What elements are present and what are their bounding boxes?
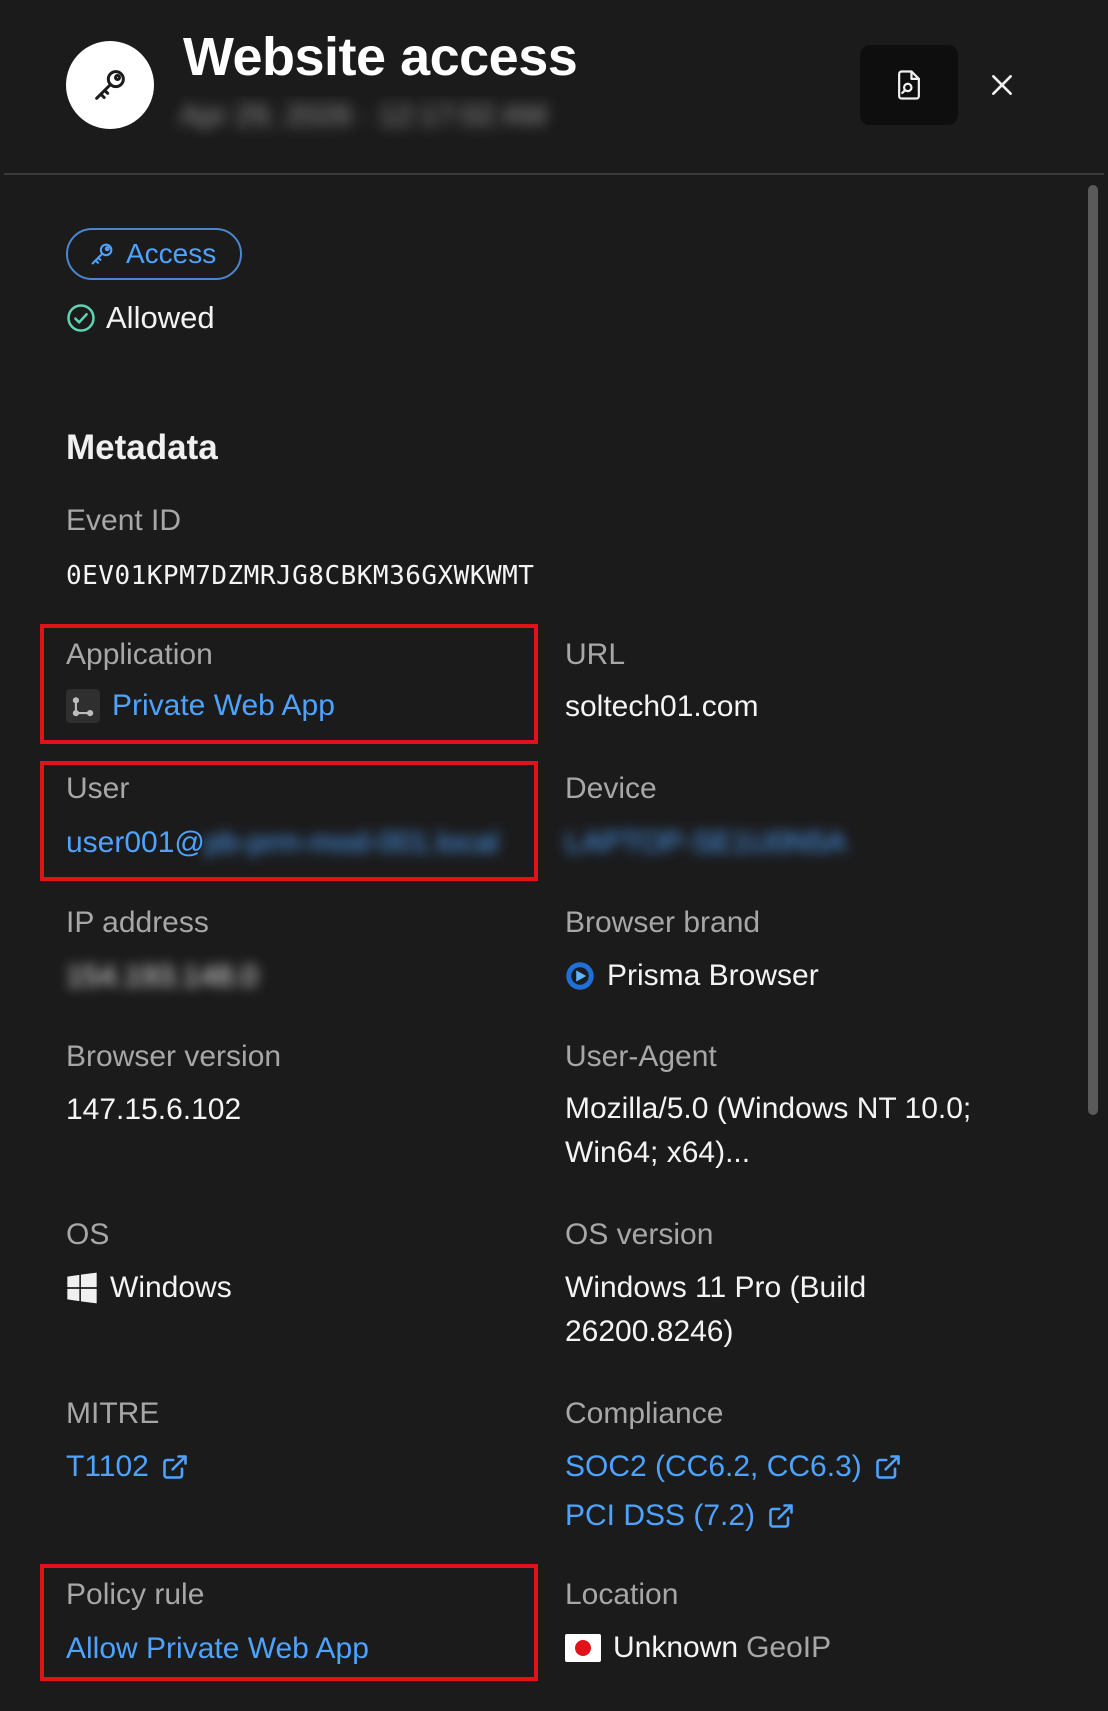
application-link[interactable]: Private Web App — [66, 689, 335, 723]
event-type-avatar — [66, 41, 154, 129]
compliance-link-pci[interactable]: PCI DSS (7.2) — [565, 1499, 795, 1533]
compliance-link-soc2[interactable]: SOC2 (CC6.2, CC6.3) — [565, 1450, 902, 1484]
os-label: OS — [66, 1218, 110, 1251]
mitre-value[interactable]: T1102 — [66, 1450, 149, 1484]
device-label: Device — [565, 772, 657, 805]
url-value: soltech01.com — [565, 690, 759, 723]
application-label: Application — [66, 638, 213, 671]
browser-brand-value-row: Prisma Browser — [565, 959, 819, 993]
os-version-label: OS version — [565, 1218, 714, 1251]
report-search-icon — [898, 70, 920, 100]
flag-icon — [565, 1634, 601, 1662]
mitre-link[interactable]: T1102 — [66, 1450, 189, 1484]
panel-header: Website access Apr 29, 2026 · 12:17:02 A… — [0, 0, 1108, 175]
mitre-label: MITRE — [66, 1397, 160, 1430]
close-button[interactable] — [984, 65, 1020, 105]
os-version-value: Windows 11 Pro (Build 26200.8246) — [565, 1271, 867, 1348]
close-icon — [992, 75, 1012, 95]
event-timestamp: Apr 29, 2026 · 12:17:02 AM — [180, 99, 547, 132]
private-app-icon — [66, 689, 100, 723]
browser-version-value: 147.15.6.102 — [66, 1093, 242, 1126]
policy-rule-value[interactable]: Allow Private Web App — [66, 1632, 369, 1666]
event-id-value: 0EV01KPM7DZMRJG8CBKM36GXWKWMT — [66, 561, 535, 591]
browser-version-label: Browser version — [66, 1040, 282, 1073]
user-link[interactable]: user001@ pb-prm-mod-001.local — [66, 826, 498, 860]
application-value[interactable]: Private Web App — [112, 689, 335, 723]
location-value: Unknown — [613, 1631, 739, 1664]
check-circle-icon — [67, 304, 95, 332]
external-link-icon — [875, 1455, 900, 1479]
browser-brand-value: Prisma Browser — [607, 959, 819, 992]
device-value[interactable]: LAPTOP-SE1U0N5A — [565, 826, 846, 860]
section-title-metadata: Metadata — [66, 428, 218, 467]
status-label: Allowed — [106, 300, 215, 335]
os-value: Windows — [110, 1271, 232, 1304]
report-button[interactable] — [860, 45, 958, 125]
location-source: GeoIP — [746, 1631, 832, 1664]
external-link-icon — [163, 1455, 187, 1479]
location-label: Location — [565, 1578, 679, 1611]
user-agent-value: Mozilla/5.0 (Windows NT 10.0; Win64; x64… — [565, 1092, 972, 1169]
location-value-row: Unknown GeoIP — [565, 1631, 831, 1665]
ip-address-value: 154.193.148.0 — [66, 960, 258, 993]
compliance-item-pci[interactable]: PCI DSS (7.2) — [565, 1499, 755, 1533]
user-label: User — [66, 772, 130, 805]
policy-rule-label: Policy rule — [66, 1578, 205, 1611]
prisma-browser-icon — [566, 962, 594, 990]
key-icon — [95, 70, 125, 100]
user-value-prefix[interactable]: user001@ — [66, 826, 205, 860]
external-link-icon — [769, 1504, 793, 1528]
browser-brand-label: Browser brand — [565, 906, 761, 939]
category-badge: Access — [66, 228, 243, 280]
status-indicator: Allowed — [66, 300, 215, 336]
policy-rule-link[interactable]: Allow Private Web App — [66, 1632, 369, 1666]
header-divider — [4, 173, 1104, 175]
category-label: Access — [126, 238, 217, 269]
key-icon — [91, 243, 113, 265]
url-label: URL — [565, 638, 626, 671]
os-value-row: Windows — [66, 1271, 232, 1305]
event-id-label: Event ID — [66, 504, 182, 537]
windows-icon — [67, 1272, 97, 1304]
page-title: Website access — [183, 27, 578, 87]
user-value-domain[interactable]: pb-prm-mod-001.local — [205, 826, 498, 860]
compliance-label: Compliance — [565, 1397, 724, 1430]
user-agent-label: User-Agent — [565, 1040, 717, 1073]
ip-address-label: IP address — [66, 906, 209, 939]
scrollbar[interactable] — [1088, 185, 1098, 1115]
compliance-item-soc2[interactable]: SOC2 (CC6.2, CC6.3) — [565, 1450, 862, 1484]
